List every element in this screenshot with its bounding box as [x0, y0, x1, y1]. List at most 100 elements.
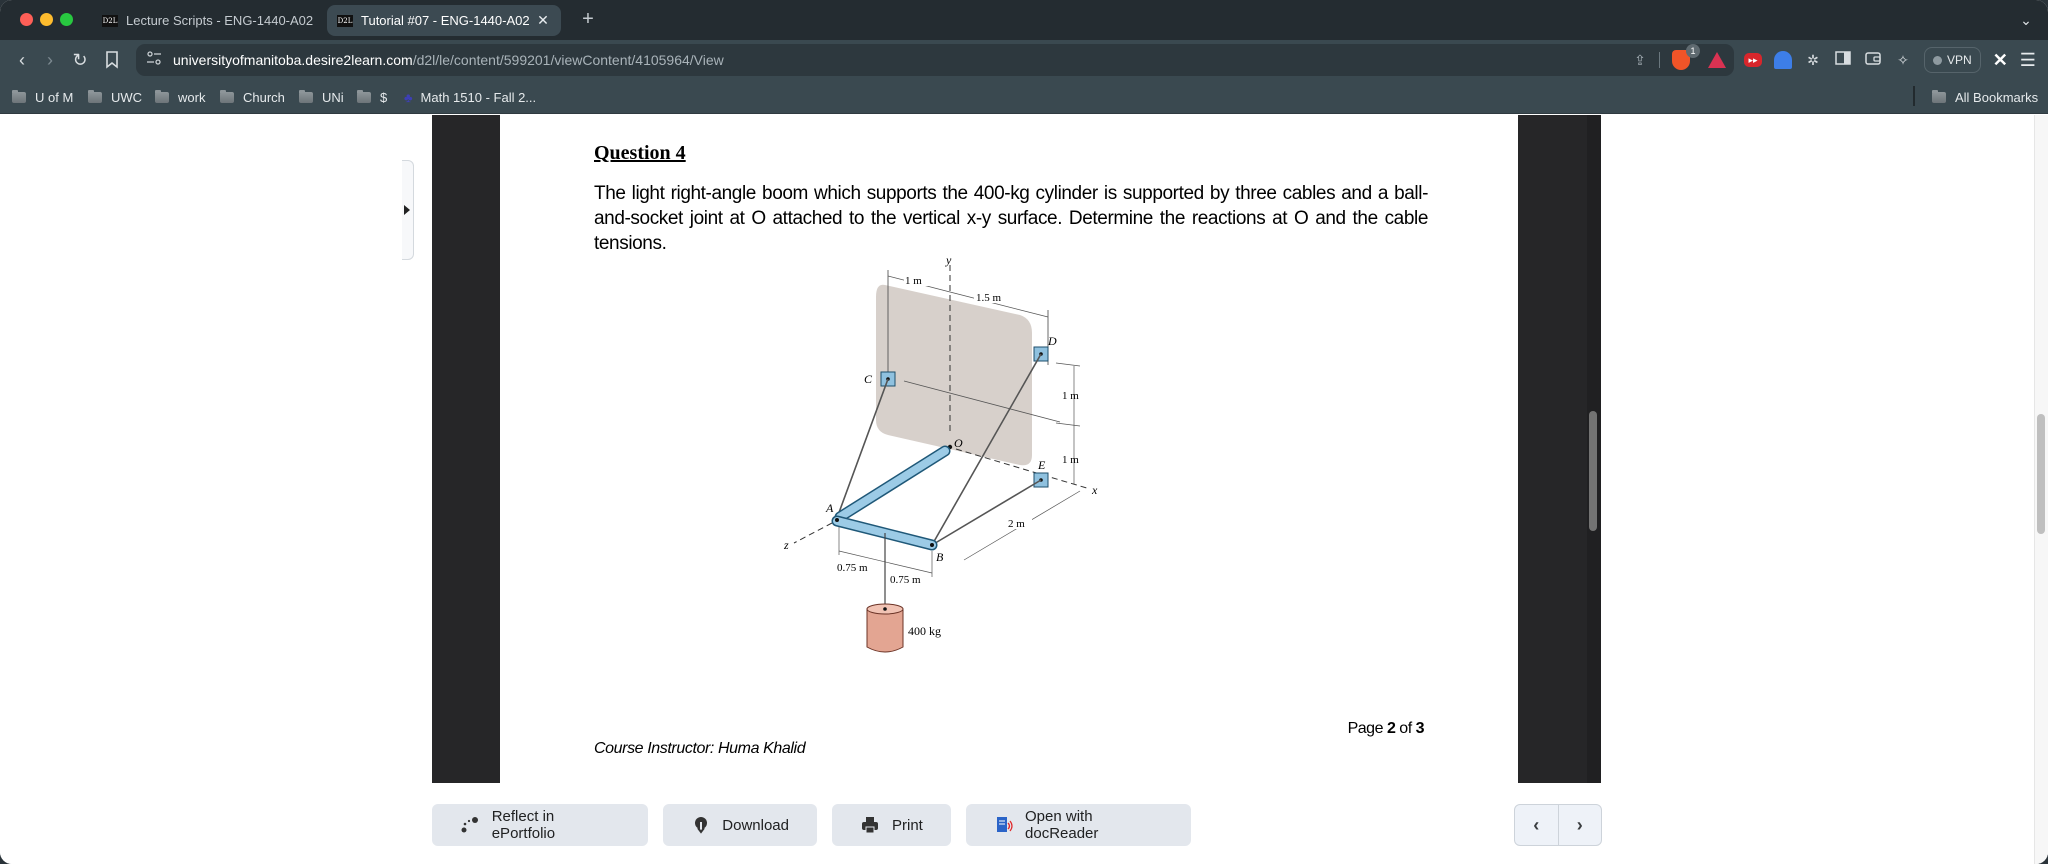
- bookmark-label: UNi: [322, 89, 344, 105]
- viewer-scrollbar-track[interactable]: [1587, 115, 1601, 783]
- x-extension-icon[interactable]: ✕: [1993, 50, 2008, 71]
- bookmark-uwc[interactable]: UWC: [88, 88, 142, 106]
- close-window-button[interactable]: [20, 13, 33, 26]
- tab-lecture-scripts[interactable]: D2L Lecture Scripts - ENG-1440-A02: [92, 5, 324, 36]
- tab-search-chevron-icon[interactable]: ⌄: [2016, 8, 2036, 32]
- reflect-label: Reflect in ePortfolio: [491, 808, 556, 842]
- address-bar[interactable]: universityofmanitoba.desire2learn.com/d2…: [136, 44, 1734, 76]
- share-icon[interactable]: ⇪: [1633, 52, 1647, 69]
- folder-icon: [220, 89, 234, 103]
- page-scrollbar-thumb[interactable]: [2037, 414, 2045, 534]
- label-e: E: [1037, 458, 1046, 472]
- label-y: y: [945, 255, 952, 267]
- vpn-button[interactable]: VPN: [1924, 47, 1981, 73]
- leo-ai-icon[interactable]: ✧: [1894, 51, 1912, 69]
- maximize-window-button[interactable]: [60, 13, 73, 26]
- print-button[interactable]: Print: [832, 804, 951, 846]
- bookmark-label: UWC: [111, 89, 143, 105]
- page-content: Question 4 The light right-angle boom wh…: [0, 115, 2048, 864]
- pdf-viewer: Question 4 The light right-angle boom wh…: [432, 115, 1601, 783]
- page-total: 3: [1415, 720, 1425, 737]
- reload-button[interactable]: ↻: [68, 48, 92, 72]
- extensions-puzzle-icon[interactable]: ✲: [1804, 51, 1822, 69]
- cloud-download-icon: [691, 816, 710, 834]
- z-axis: [793, 522, 833, 544]
- back-button[interactable]: ‹: [10, 48, 34, 72]
- question-title: Question 4: [594, 142, 686, 164]
- pdf-page: Question 4 The light right-angle boom wh…: [500, 115, 1518, 783]
- label-d: D: [1047, 334, 1057, 348]
- video-speed-extension-icon[interactable]: ▸▸: [1744, 53, 1762, 67]
- content-pager: ‹ ›: [1514, 804, 1602, 846]
- bookmark-label: All Bookmarks: [1955, 89, 2039, 105]
- bookmark-dollar[interactable]: $: [357, 88, 387, 106]
- label-c: C: [864, 372, 873, 386]
- cable-be: [931, 479, 1042, 546]
- bookmark-label: $: [380, 89, 388, 105]
- print-label: Print: [892, 816, 923, 834]
- divider: [1913, 86, 1915, 106]
- site-settings-icon[interactable]: [144, 50, 164, 70]
- math-site-icon: ♣: [404, 89, 413, 105]
- bookmark-uni[interactable]: UNi: [299, 88, 344, 106]
- download-label: Download: [722, 816, 789, 834]
- open-with-docreader-button[interactable]: Open with docReader: [966, 804, 1191, 846]
- url-host: universityofmanitoba.desire2learn.com: [173, 52, 413, 68]
- label-z: z: [783, 538, 789, 552]
- bookmark-work[interactable]: work: [155, 88, 205, 106]
- all-bookmarks[interactable]: All Bookmarks: [1932, 88, 2038, 106]
- d2l-favicon-icon: D2L: [102, 14, 118, 27]
- download-button[interactable]: Download: [663, 804, 817, 846]
- url-text[interactable]: universityofmanitoba.desire2learn.com/d2…: [173, 52, 724, 68]
- page-scrollbar-track[interactable]: [2034, 115, 2048, 864]
- tab-title: Lecture Scripts - ENG-1440-A02: [126, 13, 314, 28]
- label-o: O: [954, 436, 963, 450]
- table-of-contents-toggle[interactable]: [402, 160, 414, 260]
- bookmark-icon[interactable]: [100, 48, 124, 72]
- new-tab-button[interactable]: +: [576, 8, 600, 32]
- tab-title: Tutorial #07 - ENG-1440-A02: [361, 13, 529, 28]
- folder-icon: [357, 89, 371, 103]
- bookmark-label: Church: [243, 89, 285, 105]
- label-0-75m-left: 0.75 m: [837, 562, 868, 574]
- close-tab-icon[interactable]: ✕: [535, 12, 551, 29]
- folder-icon: [155, 89, 169, 103]
- shields-count-badge: 1: [1686, 44, 1700, 58]
- d2l-favicon-icon: D2L: [337, 14, 353, 27]
- vpn-status-icon: [1933, 55, 1942, 65]
- folder-icon: [1932, 89, 1946, 103]
- docreader-label: Open with docReader: [1025, 808, 1099, 842]
- sidebar-toggle-icon[interactable]: [1834, 51, 1852, 69]
- expand-arrow-icon: [404, 205, 410, 215]
- previous-topic-button[interactable]: ‹: [1515, 805, 1558, 845]
- bookmark-label: work: [178, 89, 206, 105]
- label-1m-right-upper: 1 m: [1062, 390, 1079, 402]
- browser-window: D2L Lecture Scripts - ENG-1440-A02 D2L T…: [0, 0, 2048, 864]
- label-2m: 2 m: [1008, 518, 1025, 530]
- folder-icon: [88, 89, 102, 103]
- bookmark-label: U of M: [35, 89, 74, 105]
- bookmark-u-of-m[interactable]: U of M: [12, 88, 73, 106]
- next-topic-button[interactable]: ›: [1557, 805, 1602, 845]
- bookmark-church[interactable]: Church: [220, 88, 285, 106]
- bookmark-label: Math 1510 - Fall 2...: [420, 89, 537, 105]
- label-1-5m: 1.5 m: [976, 292, 1002, 304]
- label-1m-top: 1 m: [905, 275, 922, 287]
- printer-icon: [860, 816, 880, 834]
- brave-shields-icon[interactable]: 1: [1672, 44, 1700, 70]
- label-0-75m-right: 0.75 m: [890, 574, 921, 586]
- tab-tutorial-07[interactable]: D2L Tutorial #07 - ENG-1440-A02 ✕: [327, 5, 561, 36]
- bookmark-math-1510[interactable]: ♣ Math 1510 - Fall 2...: [404, 88, 536, 106]
- folder-icon: [299, 89, 313, 103]
- reflect-in-eportfolio-button[interactable]: Reflect in ePortfolio: [432, 804, 648, 846]
- main-menu-icon[interactable]: ☰: [2020, 50, 2036, 71]
- tab-strip: D2L Lecture Scripts - ENG-1440-A02 D2L T…: [0, 0, 2048, 40]
- page-of: of: [1399, 720, 1412, 737]
- brave-rewards-icon[interactable]: [1708, 52, 1726, 68]
- ghost-extension-icon[interactable]: [1774, 51, 1792, 69]
- cylinder-400kg: [866, 608, 904, 653]
- wallet-icon[interactable]: [1864, 51, 1882, 69]
- forward-button[interactable]: ›: [38, 48, 62, 72]
- viewer-scrollbar-thumb[interactable]: [1589, 411, 1597, 531]
- minimize-window-button[interactable]: [40, 13, 53, 26]
